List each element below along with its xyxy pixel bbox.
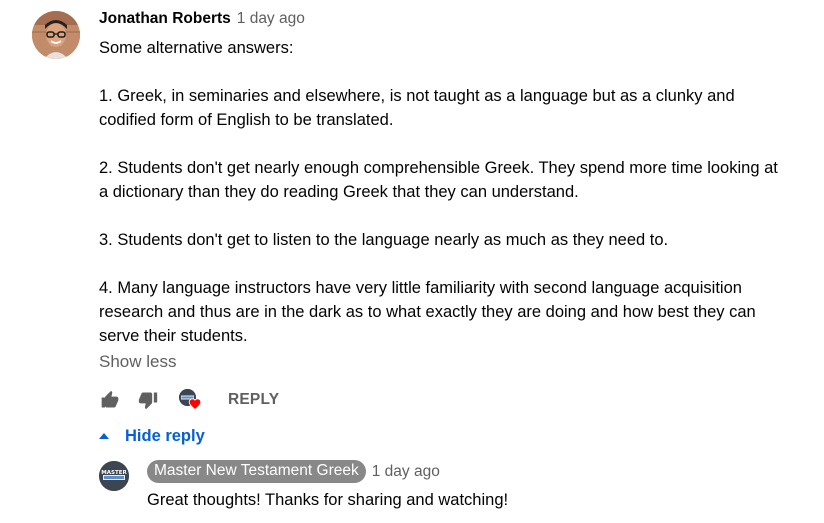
- hide-reply-label: Hide reply: [125, 426, 205, 445]
- comment-timestamp[interactable]: 1 day ago: [237, 10, 305, 28]
- comment-header: Jonathan Roberts 1 day ago: [99, 10, 305, 32]
- creator-heart: [179, 388, 203, 412]
- reply-body: Great thoughts! Thanks for sharing and w…: [147, 491, 509, 509]
- comment-author-name[interactable]: Jonathan Roberts: [99, 10, 231, 28]
- dislike-button[interactable]: [137, 389, 159, 411]
- thumb-up-icon: [101, 390, 119, 408]
- reply-timestamp[interactable]: 1 day ago: [372, 463, 440, 481]
- reply-author-creator-badge[interactable]: Master New Testament Greek: [147, 460, 366, 483]
- creator-heart-icon: [188, 398, 202, 410]
- author-avatar-image: [32, 11, 80, 59]
- caret-up-icon: [99, 433, 109, 439]
- comment-actions: REPLY: [99, 386, 279, 414]
- channel-logo-icon: MASTER: [99, 461, 129, 491]
- reply-header: Master New Testament Greek 1 day ago: [147, 460, 440, 483]
- reply-author-avatar[interactable]: MASTER: [99, 461, 129, 491]
- thumb-down-icon: [138, 392, 158, 410]
- comment-thread: Jonathan Roberts 1 day ago Some alternat…: [0, 0, 824, 523]
- author-avatar[interactable]: [32, 11, 80, 59]
- like-button[interactable]: [99, 389, 121, 411]
- show-less-button[interactable]: Show less: [99, 352, 176, 372]
- hide-replies-toggle[interactable]: Hide reply: [96, 424, 205, 448]
- channel-logo-text: MASTER: [101, 470, 127, 476]
- comment-body: Some alternative answers: 1. Greek, in s…: [99, 39, 778, 345]
- reply-button[interactable]: REPLY: [228, 391, 279, 409]
